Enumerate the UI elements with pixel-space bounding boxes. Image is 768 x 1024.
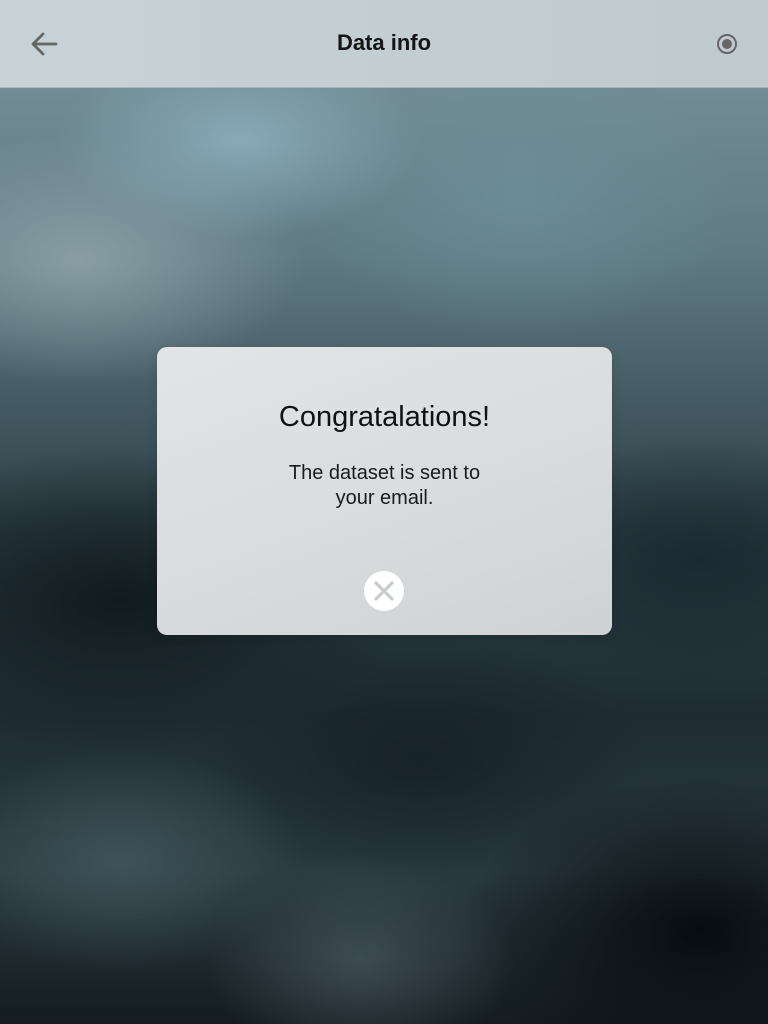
close-dialog-button[interactable]: [364, 571, 404, 611]
radio-record-icon: [717, 34, 737, 54]
arrow-left-icon: [31, 32, 58, 56]
back-button[interactable]: [22, 24, 66, 64]
screen: Data info Congratalations! The dataset i…: [0, 0, 768, 1024]
dialog-title: Congratalations!: [278, 401, 491, 433]
navigation-bar: Data info: [0, 0, 768, 88]
page-title: Data info: [336, 30, 432, 55]
close-icon: [374, 581, 394, 601]
record-button[interactable]: [706, 24, 748, 64]
dialog-message: The dataset is sent to your email.: [288, 462, 481, 509]
success-dialog: Congratalations! The dataset is sent to …: [157, 347, 612, 635]
